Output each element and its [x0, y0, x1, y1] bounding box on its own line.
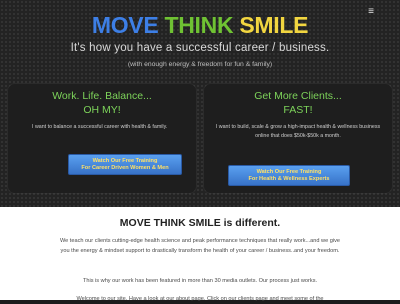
hero-section: ≡ MOVE THINK SMILE It's how you have a s… [0, 0, 400, 207]
brand-word-move: MOVE [91, 12, 159, 38]
card-title: Get More Clients... [254, 90, 342, 102]
button-label-line2: For Health & Wellness Experts [248, 176, 330, 182]
button-label-line2: For Career Driven Women & Men [81, 165, 169, 171]
subtagline: (with enough energy & freedom for fun & … [127, 61, 273, 68]
intro-paragraph: We teach our clients cutting-edge health… [59, 238, 341, 254]
media-paragraph: This is why our work has been featured i… [82, 278, 318, 284]
button-label-line1: Watch Our Free Training [256, 168, 322, 175]
card-description: I want to build, scale & grow a high-imp… [215, 124, 381, 139]
button-label-line1: Watch Our Free Training [92, 157, 158, 164]
card-get-more-clients: Get More Clients... FAST! I want to buil… [204, 84, 392, 193]
section-heading: MOVE THINK SMILE is different. [119, 217, 281, 229]
brand-logo[interactable]: MOVE THINK SMILE [0, 12, 400, 38]
tagline: It's how you have a successful career / … [70, 42, 330, 54]
card-title-emphasis: FAST! [283, 104, 313, 116]
card-title-emphasis: OH MY! [83, 104, 121, 116]
watch-training-wellness-button[interactable]: Watch Our Free Training For Health & Wel… [228, 165, 350, 186]
card-title: Work. Life. Balance... [52, 90, 152, 102]
card-work-life-balance: Work. Life. Balance... OH MY! I want to … [8, 84, 196, 193]
brand-word-smile: SMILE [239, 12, 309, 38]
card-description: I want to balance a successful career wi… [32, 124, 168, 130]
about-section: MOVE THINK SMILE is different. We teach … [0, 207, 400, 302]
watch-training-career-button[interactable]: Watch Our Free Training For Career Drive… [68, 154, 182, 175]
brand-word-think: THINK [164, 12, 234, 38]
